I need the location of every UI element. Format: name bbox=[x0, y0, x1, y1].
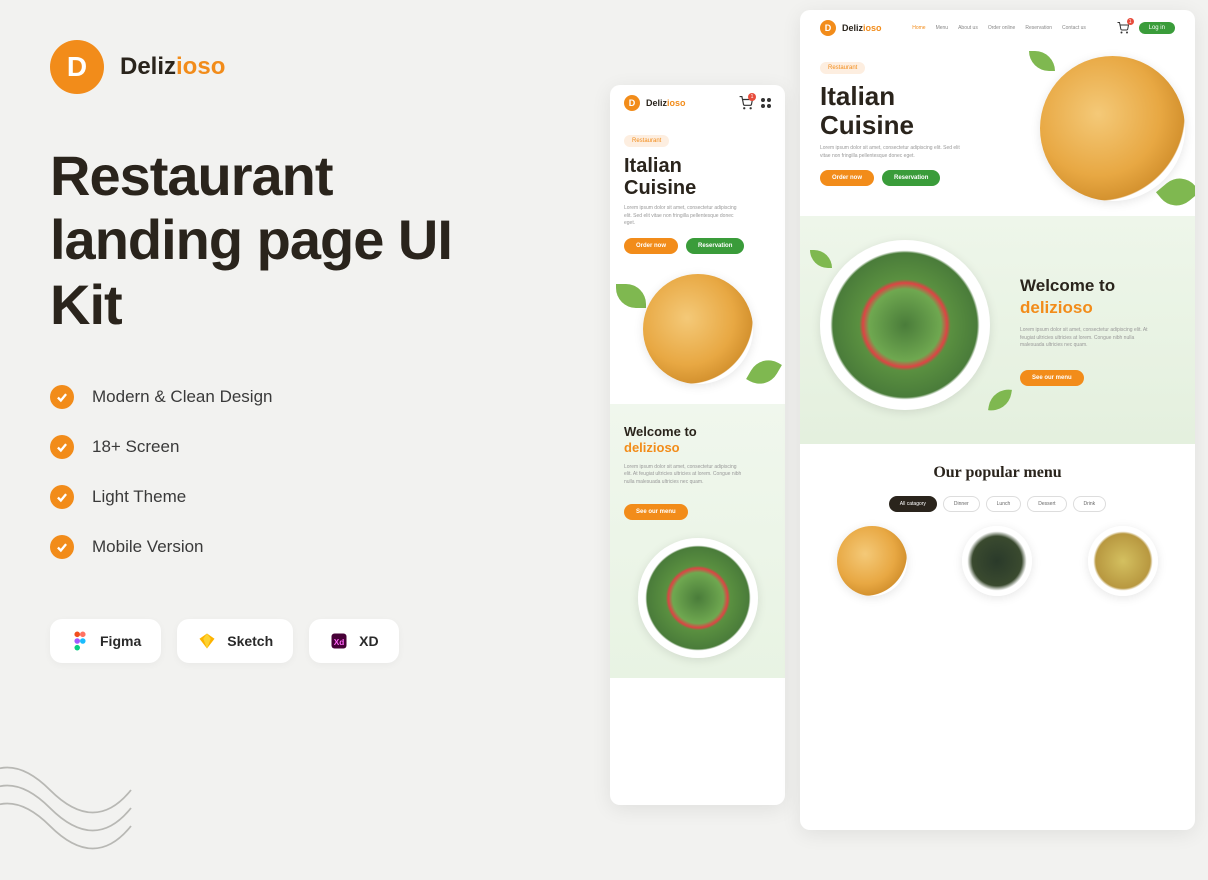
check-icon bbox=[50, 385, 74, 409]
order-button[interactable]: Order now bbox=[820, 170, 874, 186]
nav-home[interactable]: Home bbox=[912, 25, 925, 31]
mobile-hero: Restaurant ItalianCuisine Lorem ipsum do… bbox=[610, 121, 785, 404]
check-icon bbox=[50, 435, 74, 459]
mobile-preview: D Delizioso 1 Restaurant ItalianCuisine … bbox=[610, 85, 785, 805]
preview-panel: D Delizioso 1 Restaurant ItalianCuisine … bbox=[600, 0, 1208, 840]
cart-badge: 1 bbox=[1127, 18, 1134, 25]
salad-dish-image bbox=[820, 240, 990, 410]
tools-row: Figma Sketch Xd XD bbox=[50, 619, 530, 663]
brand-name-small: Delizioso bbox=[842, 23, 882, 33]
figma-icon bbox=[70, 631, 90, 651]
brand-logo: D Delizioso bbox=[50, 40, 530, 94]
welcome-title: Welcome todelizioso bbox=[624, 424, 771, 456]
feature-label: Mobile Version bbox=[92, 537, 204, 557]
leaf-icon bbox=[746, 353, 782, 391]
desktop-preview: D Delizioso Home Menu About us Order onl… bbox=[800, 10, 1195, 830]
hero-description: Lorem ipsum dolor sit amet, consectetur … bbox=[624, 205, 744, 228]
order-button[interactable]: Order now bbox=[624, 238, 678, 254]
welcome-title: Welcome todelizioso bbox=[1020, 275, 1175, 319]
svg-text:Xd: Xd bbox=[334, 638, 345, 647]
pasta-dish-image bbox=[643, 274, 753, 384]
tab-lunch[interactable]: Lunch bbox=[986, 496, 1022, 512]
logo-badge-small: D bbox=[624, 95, 640, 111]
tool-figma[interactable]: Figma bbox=[50, 619, 161, 663]
cart-badge: 1 bbox=[748, 93, 756, 101]
desktop-hero: Restaurant ItalianCuisine Lorem ipsum do… bbox=[800, 46, 1195, 216]
leaf-icon bbox=[810, 250, 832, 268]
tab-all[interactable]: All catagory bbox=[889, 496, 937, 512]
feature-item: Mobile Version bbox=[50, 535, 530, 559]
popular-title: Our popular menu bbox=[814, 464, 1181, 482]
feature-label: 18+ Screen bbox=[92, 437, 179, 457]
menu-dish-image[interactable] bbox=[1088, 526, 1158, 596]
check-icon bbox=[50, 485, 74, 509]
welcome-description: Lorem ipsum dolor sit amet, consectetur … bbox=[1020, 327, 1160, 350]
check-icon bbox=[50, 535, 74, 559]
see-menu-button[interactable]: See our menu bbox=[1020, 370, 1084, 386]
mobile-logo[interactable]: D Delizioso bbox=[624, 95, 686, 111]
reservation-button[interactable]: Reservation bbox=[686, 238, 744, 254]
brand-name: Delizioso bbox=[120, 53, 225, 81]
tab-drink[interactable]: Drink bbox=[1073, 496, 1107, 512]
desktop-welcome: Welcome todelizioso Lorem ipsum dolor si… bbox=[800, 216, 1195, 444]
tool-xd[interactable]: Xd XD bbox=[309, 619, 398, 663]
logo-badge-small: D bbox=[820, 20, 836, 36]
feature-item: Modern & Clean Design bbox=[50, 385, 530, 409]
cart-icon[interactable]: 1 bbox=[739, 96, 753, 110]
desktop-nav: Home Menu About us Order online Reservat… bbox=[912, 25, 1086, 31]
desktop-logo[interactable]: D Delizioso bbox=[820, 20, 882, 36]
tool-label: Figma bbox=[100, 633, 141, 649]
leaf-icon bbox=[988, 387, 1012, 414]
tab-dessert[interactable]: Dessert bbox=[1027, 496, 1066, 512]
menu-icon[interactable] bbox=[761, 98, 771, 108]
nav-menu[interactable]: Menu bbox=[936, 25, 949, 31]
reservation-button[interactable]: Reservation bbox=[882, 170, 940, 186]
welcome-description: Lorem ipsum dolor sit amet, consectetur … bbox=[624, 464, 744, 487]
info-panel: D Delizioso Restaurant landing page UI K… bbox=[0, 0, 580, 840]
desktop-header: D Delizioso Home Menu About us Order onl… bbox=[800, 10, 1195, 46]
hero-badge: Restaurant bbox=[820, 62, 865, 74]
tab-dinner[interactable]: Dinner bbox=[943, 496, 980, 512]
page-headline: Restaurant landing page UI Kit bbox=[50, 144, 530, 337]
desktop-popular-menu: Our popular menu All catagory Dinner Lun… bbox=[800, 444, 1195, 616]
hero-title: ItalianCuisine bbox=[624, 155, 771, 199]
tool-label: XD bbox=[359, 633, 378, 649]
feature-label: Modern & Clean Design bbox=[92, 387, 272, 407]
tool-sketch[interactable]: Sketch bbox=[177, 619, 293, 663]
sketch-icon bbox=[197, 631, 217, 651]
leaf-icon bbox=[616, 284, 646, 308]
nav-order[interactable]: Order online bbox=[988, 25, 1016, 31]
nav-contact[interactable]: Contact us bbox=[1062, 25, 1086, 31]
menu-dish-image[interactable] bbox=[962, 526, 1032, 596]
category-tabs: All catagory Dinner Lunch Dessert Drink bbox=[814, 496, 1181, 512]
feature-list: Modern & Clean Design 18+ Screen Light T… bbox=[50, 385, 530, 559]
cart-icon[interactable]: 1 bbox=[1117, 21, 1131, 35]
xd-icon: Xd bbox=[329, 631, 349, 651]
brand-name-small: Delizioso bbox=[646, 98, 686, 108]
login-button[interactable]: Log in bbox=[1139, 22, 1175, 34]
nav-reservation[interactable]: Reservation bbox=[1025, 25, 1052, 31]
pasta-dish-image bbox=[1040, 56, 1185, 201]
hero-description: Lorem ipsum dolor sit amet, consectetur … bbox=[820, 145, 960, 160]
feature-item: 18+ Screen bbox=[50, 435, 530, 459]
logo-badge: D bbox=[50, 40, 104, 94]
hero-badge: Restaurant bbox=[624, 135, 669, 147]
tool-label: Sketch bbox=[227, 633, 273, 649]
see-menu-button[interactable]: See our menu bbox=[624, 504, 688, 520]
feature-item: Light Theme bbox=[50, 485, 530, 509]
decorative-wave bbox=[0, 700, 140, 880]
nav-about[interactable]: About us bbox=[958, 25, 978, 31]
menu-dish-image[interactable] bbox=[837, 526, 907, 596]
mobile-header: D Delizioso 1 bbox=[610, 85, 785, 121]
mobile-welcome: Welcome todelizioso Lorem ipsum dolor si… bbox=[610, 404, 785, 679]
salad-dish-image bbox=[638, 538, 758, 658]
feature-label: Light Theme bbox=[92, 487, 186, 507]
